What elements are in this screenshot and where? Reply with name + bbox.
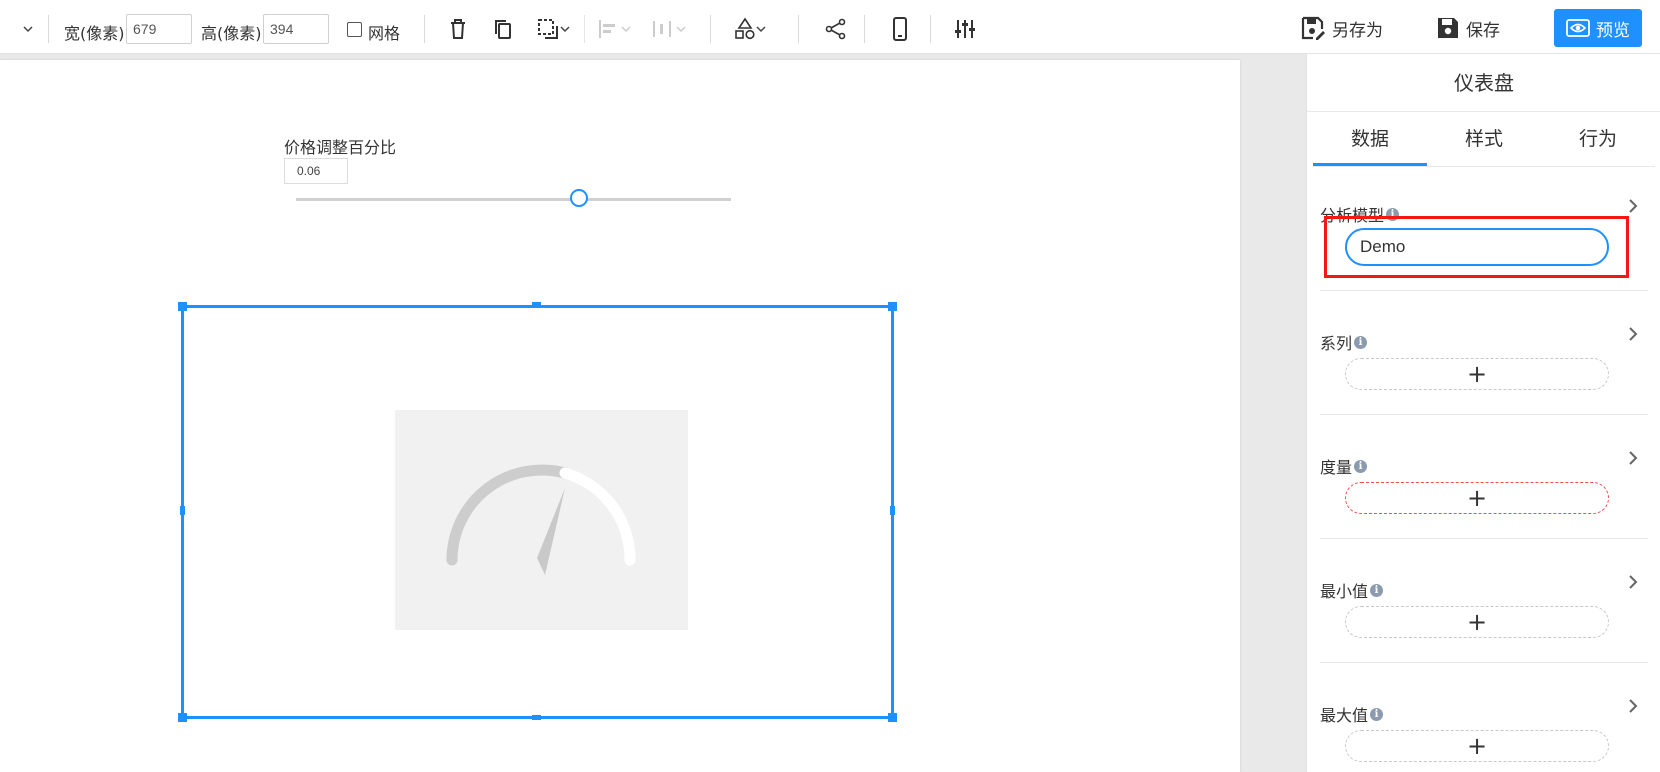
- plus-icon: +: [1466, 360, 1488, 388]
- chevron-down-icon[interactable]: [752, 14, 770, 44]
- eye-icon: [1566, 19, 1590, 37]
- plus-icon: +: [1466, 484, 1488, 512]
- toolbar-divider: [710, 15, 711, 43]
- section-max-value: 最大值 i +: [1307, 699, 1660, 772]
- resize-handle-left[interactable]: [180, 506, 185, 515]
- chevron-down-icon[interactable]: [617, 14, 635, 44]
- chevron-right-icon[interactable]: [1627, 198, 1639, 214]
- settings-sliders-icon[interactable]: [950, 14, 980, 44]
- series-add-dropzone[interactable]: +: [1345, 358, 1609, 390]
- slider-title: 价格调整百分比: [284, 138, 397, 157]
- preview-button[interactable]: 预览: [1554, 9, 1642, 47]
- measure-add-dropzone[interactable]: +: [1345, 482, 1609, 514]
- save-icon: [1438, 18, 1458, 38]
- toolbar-divider: [798, 15, 799, 43]
- properties-panel: 仪表盘 数据 样式 行为 分析模型 i Demo 系列 i + 度量 i + 最…: [1306, 54, 1660, 772]
- save-as-icon: [1301, 16, 1325, 40]
- chevron-down-icon[interactable]: [13, 14, 43, 44]
- trash-icon[interactable]: [443, 14, 473, 44]
- tab-style[interactable]: 样式: [1427, 112, 1541, 166]
- design-canvas-area: 价格调整百分比 0.06: [0, 54, 1306, 772]
- plus-icon: +: [1466, 608, 1488, 636]
- section-series: 系列 i +: [1307, 327, 1660, 410]
- min-value-label-text: 最小值: [1320, 582, 1369, 601]
- series-label: 系列 i: [1320, 330, 1368, 354]
- toolbar-divider: [424, 15, 425, 43]
- section-divider: [1320, 414, 1648, 415]
- chevron-right-icon[interactable]: [1627, 698, 1639, 714]
- preview-label: 预览: [1596, 20, 1630, 41]
- width-input[interactable]: [126, 14, 192, 44]
- share-icon[interactable]: [821, 14, 851, 44]
- slider-value-input[interactable]: 0.06: [284, 158, 348, 184]
- measure-label-text: 度量: [1320, 458, 1353, 477]
- resize-handle-bottom[interactable]: [532, 715, 541, 720]
- series-label-text: 系列: [1320, 334, 1353, 353]
- section-divider: [1320, 538, 1648, 539]
- grid-checkbox[interactable]: [347, 22, 362, 37]
- toolbar-divider: [48, 15, 49, 43]
- save-as-button[interactable]: 另存为: [1300, 9, 1383, 47]
- slider-track[interactable]: [296, 198, 731, 201]
- info-icon[interactable]: i: [1370, 583, 1384, 597]
- chevron-right-icon[interactable]: [1627, 574, 1639, 590]
- save-as-label: 另存为: [1332, 20, 1383, 41]
- width-label: 宽(像素): [64, 24, 125, 43]
- max-value-label: 最大值 i: [1320, 702, 1384, 726]
- toolbar: 宽(像素) 高(像素) 网格: [0, 0, 1660, 54]
- min-value-label: 最小值 i: [1320, 578, 1384, 602]
- info-icon[interactable]: i: [1370, 707, 1384, 721]
- copy-icon[interactable]: [488, 14, 518, 44]
- tab-data[interactable]: 数据: [1313, 112, 1427, 166]
- info-icon[interactable]: i: [1354, 459, 1368, 473]
- toolbar-divider: [930, 15, 931, 43]
- save-button[interactable]: 保存: [1436, 9, 1500, 47]
- min-value-add-dropzone[interactable]: +: [1345, 606, 1609, 638]
- design-page[interactable]: 价格调整百分比 0.06: [0, 60, 1240, 772]
- section-measure: 度量 i +: [1307, 451, 1660, 534]
- chevron-right-icon[interactable]: [1627, 450, 1639, 466]
- panel-tabs: 数据 样式 行为: [1313, 112, 1655, 167]
- grid-label: 网格: [368, 24, 401, 43]
- plus-icon: +: [1466, 732, 1488, 760]
- toolbar-divider: [584, 15, 585, 43]
- gauge-placeholder: [395, 410, 688, 630]
- toolbar-divider: [864, 15, 865, 43]
- slider-handle[interactable]: [569, 189, 588, 207]
- measure-label: 度量 i: [1320, 454, 1368, 478]
- section-min-value: 最小值 i +: [1307, 575, 1660, 658]
- resize-handle-top[interactable]: [532, 302, 541, 307]
- height-label: 高(像素): [201, 24, 262, 43]
- mobile-icon[interactable]: [885, 14, 915, 44]
- tab-behavior[interactable]: 行为: [1541, 112, 1655, 166]
- selected-gauge-widget[interactable]: [178, 302, 897, 722]
- resize-handle-bottom-left[interactable]: [178, 713, 187, 722]
- analysis-model-input[interactable]: Demo: [1345, 228, 1609, 266]
- section-divider: [1320, 290, 1648, 291]
- save-label: 保存: [1466, 20, 1500, 41]
- chevron-right-icon[interactable]: [1627, 326, 1639, 342]
- resize-handle-bottom-right[interactable]: [888, 713, 897, 722]
- height-input[interactable]: [263, 14, 329, 44]
- resize-handle-top-left[interactable]: [178, 302, 187, 311]
- gauge-icon: [446, 464, 636, 575]
- max-value-add-dropzone[interactable]: +: [1345, 730, 1609, 762]
- section-divider: [1320, 662, 1648, 663]
- chevron-down-icon[interactable]: [672, 14, 690, 44]
- info-icon[interactable]: i: [1354, 335, 1368, 349]
- max-value-label-text: 最大值: [1320, 706, 1369, 725]
- resize-handle-top-right[interactable]: [888, 302, 897, 311]
- panel-title: 仪表盘: [1307, 54, 1660, 112]
- resize-handle-right[interactable]: [890, 506, 895, 515]
- chevron-down-icon[interactable]: [556, 14, 574, 44]
